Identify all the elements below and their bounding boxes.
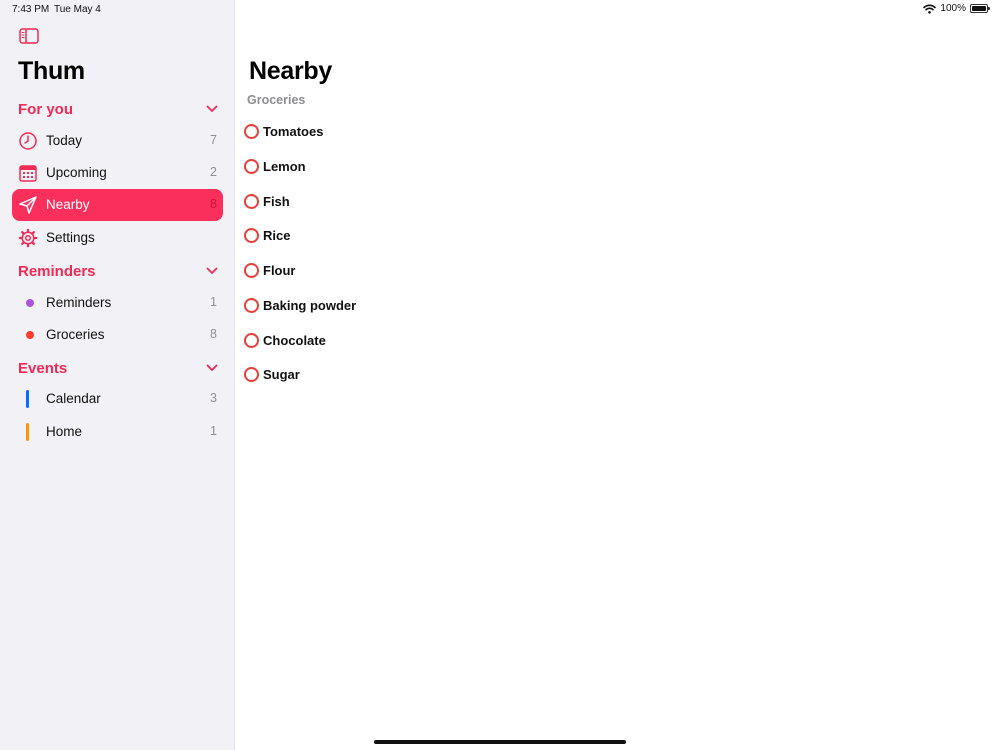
sidebar-item-label: Nearby xyxy=(46,197,90,212)
sidebar-item-upcoming[interactable]: Upcoming 2 xyxy=(12,157,223,189)
task-checkbox[interactable] xyxy=(244,297,259,313)
task-label: Fish xyxy=(263,193,290,209)
task-item[interactable]: Lemon xyxy=(244,155,306,177)
section-label: Events xyxy=(18,359,68,377)
sidebar-item-nearby[interactable]: Nearby 8 xyxy=(12,189,223,221)
battery-icon xyxy=(970,4,990,13)
status-bar: 7:43 PM Tue May 4 100% xyxy=(0,0,1000,20)
sidebar-item-label: Home xyxy=(46,424,83,439)
gear-icon xyxy=(18,228,38,248)
task-item[interactable]: Flour xyxy=(244,259,296,281)
page-title: Nearby xyxy=(249,57,332,85)
status-indicators: 100% xyxy=(923,3,990,14)
sidebar-item-count: 8 xyxy=(210,197,217,211)
section-label: For you xyxy=(18,100,73,118)
sidebar-item-groceries[interactable]: Groceries 8 xyxy=(12,319,223,351)
chevron-down-icon xyxy=(206,267,218,274)
task-label: Sugar xyxy=(263,366,300,382)
sidebar-item-count: 1 xyxy=(210,295,217,309)
sidebar-item-label: Settings xyxy=(46,230,95,245)
task-label: Lemon xyxy=(263,158,306,174)
task-checkbox[interactable] xyxy=(244,262,259,278)
calendar-color-bar xyxy=(26,423,29,441)
location-arrow-icon xyxy=(19,196,37,214)
sidebar-item-label: Groceries xyxy=(46,327,105,342)
task-item[interactable]: Tomatoes xyxy=(244,120,323,142)
sidebar-item-label: Reminders xyxy=(46,295,112,310)
task-label: Baking powder xyxy=(263,297,357,313)
section-header-reminders[interactable]: Reminders xyxy=(18,261,218,281)
sidebar-item-today[interactable]: Today 7 xyxy=(12,125,223,157)
sidebar-item-count: 7 xyxy=(210,133,217,147)
list-group-title: Groceries xyxy=(247,93,306,107)
task-label: Tomatoes xyxy=(263,123,324,139)
task-checkbox[interactable] xyxy=(244,123,259,139)
task-item[interactable]: Fish xyxy=(244,190,290,212)
battery-percentage: 100% xyxy=(940,3,966,14)
calendar-color-bar xyxy=(26,390,29,408)
task-checkbox[interactable] xyxy=(244,227,259,243)
sidebar-item-home[interactable]: Home 1 xyxy=(12,416,223,448)
sidebar-item-label: Calendar xyxy=(46,391,101,406)
sidebar: Thum For you Today 7 Upcoming 2 Nearby 8… xyxy=(0,0,235,750)
sidebar-item-calendar[interactable]: Calendar 3 xyxy=(12,383,223,415)
task-item[interactable]: Baking powder xyxy=(244,294,356,316)
sidebar-toggle-icon[interactable] xyxy=(19,28,39,44)
task-checkbox[interactable] xyxy=(244,158,259,174)
sidebar-item-count: 2 xyxy=(210,165,217,179)
sidebar-item-count: 3 xyxy=(210,391,217,405)
sidebar-item-label: Today xyxy=(46,133,83,148)
task-label: Chocolate xyxy=(263,332,326,348)
section-label: Reminders xyxy=(18,262,96,280)
task-item[interactable]: Chocolate xyxy=(244,329,326,351)
status-date: Tue May 4 xyxy=(54,4,101,15)
status-time: 7:43 PM xyxy=(12,4,50,15)
sidebar-item-reminders[interactable]: Reminders 1 xyxy=(12,287,223,319)
task-checkbox[interactable] xyxy=(244,332,259,348)
task-item[interactable]: Rice xyxy=(244,224,290,246)
section-header-events[interactable]: Events xyxy=(18,358,218,378)
clock-icon xyxy=(19,132,37,150)
home-indicator[interactable] xyxy=(374,740,626,744)
sidebar-item-count: 8 xyxy=(210,327,217,341)
calendar-icon xyxy=(19,165,37,182)
task-label: Flour xyxy=(263,262,296,278)
list-color-dot xyxy=(26,331,34,339)
section-header-for-you[interactable]: For you xyxy=(18,99,218,119)
task-checkbox[interactable] xyxy=(244,193,259,209)
sidebar-item-count: 1 xyxy=(210,424,217,438)
task-item[interactable]: Sugar xyxy=(244,363,300,385)
wifi-icon xyxy=(923,4,937,14)
list-color-dot xyxy=(26,299,34,307)
sidebar-item-settings[interactable]: Settings xyxy=(12,222,223,254)
task-checkbox[interactable] xyxy=(244,366,259,382)
sidebar-item-label: Upcoming xyxy=(46,165,107,180)
task-label: Rice xyxy=(263,227,291,243)
app-title: Thum xyxy=(18,57,85,85)
chevron-down-icon xyxy=(206,364,218,371)
chevron-down-icon xyxy=(206,105,218,112)
